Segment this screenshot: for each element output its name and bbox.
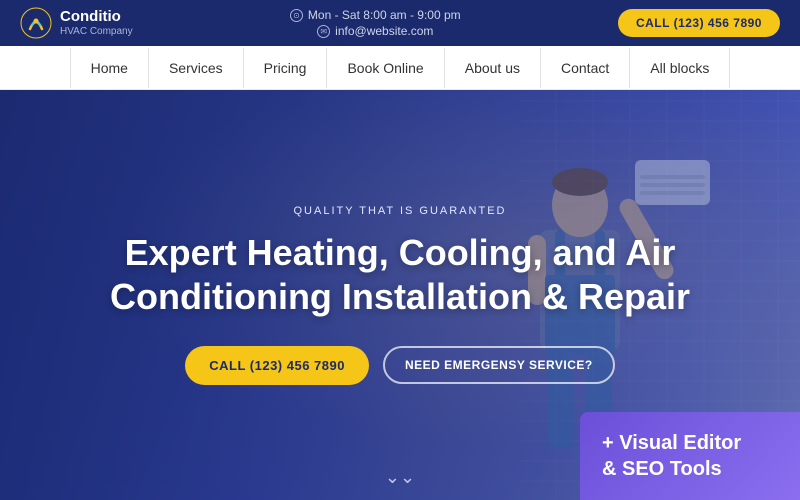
logo-text: Conditio HVAC Company	[60, 9, 133, 37]
clock-icon: ⊙	[290, 9, 303, 22]
badge-line2: & SEO Tools	[602, 458, 722, 480]
scroll-indicator: ⌄⌄	[385, 468, 415, 486]
nav-bar: Home Services Pricing Book Online About …	[0, 46, 800, 90]
visual-editor-badge: + Visual Editor & SEO Tools	[580, 412, 800, 500]
hero-buttons: CALL (123) 456 7890 NEED EMERGENSY SERVI…	[185, 346, 615, 385]
top-bar: Conditio HVAC Company ⊙ Mon - Sat 8:00 a…	[0, 0, 800, 46]
nav-item-pricing[interactable]: Pricing	[244, 48, 328, 88]
email-text: info@website.com	[335, 24, 433, 38]
badge-line1: + Visual Editor	[602, 432, 741, 454]
hero-call-button[interactable]: CALL (123) 456 7890	[185, 346, 369, 385]
email-icon: ✉	[317, 25, 330, 38]
nav-item-services[interactable]: Services	[149, 48, 244, 88]
hero-section: QUALITY THAT IS GUARANTED Expert Heating…	[0, 90, 800, 500]
hero-subtitle: QUALITY THAT IS GUARANTED	[294, 205, 507, 217]
nav-item-about[interactable]: About us	[445, 48, 541, 88]
nav-items: Home Services Pricing Book Online About …	[70, 48, 731, 88]
logo-area: Conditio HVAC Company	[20, 7, 133, 39]
nav-item-allblocks[interactable]: All blocks	[630, 48, 730, 88]
contact-info: ⊙ Mon - Sat 8:00 am - 9:00 pm ✉ info@web…	[290, 8, 461, 38]
nav-item-book[interactable]: Book Online	[327, 48, 444, 88]
hours-text: Mon - Sat 8:00 am - 9:00 pm	[308, 8, 461, 22]
company-name: Conditio	[60, 9, 133, 26]
hero-title: Expert Heating, Cooling, and Air Conditi…	[100, 231, 700, 317]
email-item: ✉ info@website.com	[317, 24, 433, 38]
hours-item: ⊙ Mon - Sat 8:00 am - 9:00 pm	[290, 8, 461, 22]
nav-item-contact[interactable]: Contact	[541, 48, 630, 88]
company-subtitle: HVAC Company	[60, 26, 133, 37]
topbar-call-button[interactable]: CALL (123) 456 7890	[618, 9, 780, 37]
nav-item-home[interactable]: Home	[70, 48, 149, 88]
logo-icon	[20, 7, 52, 39]
hero-emergency-button[interactable]: NEED EMERGENSY SERVICE?	[383, 346, 615, 384]
